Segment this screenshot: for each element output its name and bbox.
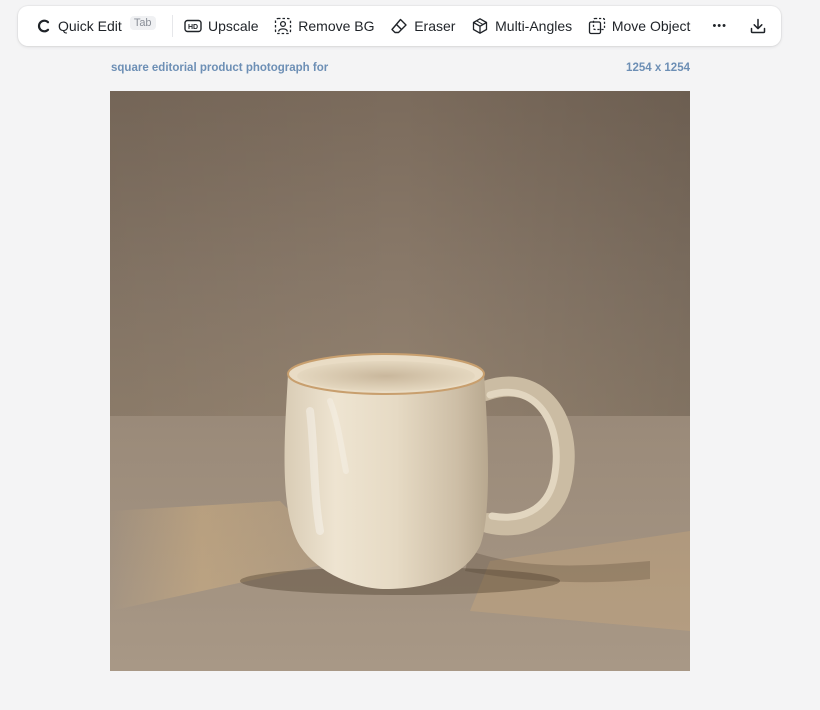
remove-bg-icon [274, 17, 292, 35]
image-caption-bar: square editorial product photograph for … [111, 62, 690, 74]
eraser-label: Eraser [414, 18, 456, 34]
quick-edit-label: Quick Edit [58, 18, 122, 34]
more-icon: ••• [712, 20, 727, 32]
move-object-icon [588, 17, 606, 35]
svg-text:HD: HD [188, 24, 198, 31]
mug-photo [110, 91, 690, 671]
move-object-button[interactable]: Move Object [584, 12, 695, 40]
multi-angles-button[interactable]: Multi-Angles [467, 12, 576, 40]
product-image[interactable] [110, 91, 690, 671]
more-button[interactable]: ••• [708, 12, 731, 40]
eraser-button[interactable]: Eraser [386, 12, 459, 40]
multi-angles-label: Multi-Angles [495, 18, 573, 34]
image-dimensions: 1254 x 1254 [626, 62, 690, 74]
cube-icon [471, 17, 489, 35]
download-button[interactable] [745, 12, 771, 40]
upscale-label: Upscale [207, 18, 259, 34]
quick-edit-button[interactable]: Quick Edit Tab [32, 12, 160, 40]
remove-bg-button[interactable]: Remove BG [270, 12, 378, 40]
remove-bg-label: Remove BG [298, 18, 375, 34]
tab-shortcut-badge: Tab [129, 16, 156, 30]
download-icon [749, 17, 767, 35]
hd-icon: HD [184, 18, 202, 34]
eraser-icon [390, 17, 408, 35]
upscale-button[interactable]: HD Upscale [180, 12, 263, 40]
c-spinner-icon [36, 18, 52, 34]
editor-toolbar: Quick Edit Tab HD Upscale Remove BG Eras… [18, 6, 781, 46]
move-object-label: Move Object [611, 18, 691, 34]
image-caption: square editorial product photograph for [111, 62, 329, 74]
